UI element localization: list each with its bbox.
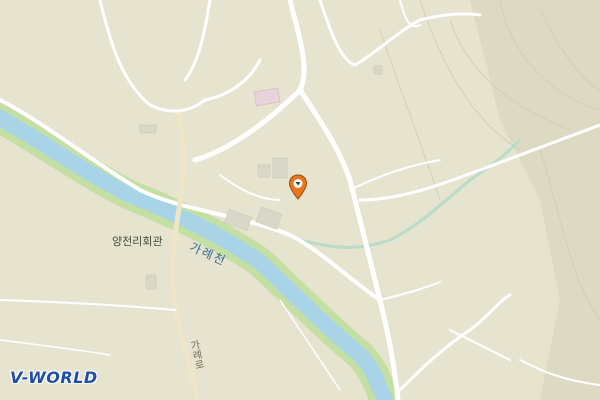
place-label: 양전리회관 — [112, 235, 163, 248]
map-view[interactable]: 양전리회관 가례천 가례로 V-WORLD — [0, 0, 600, 400]
vworld-logo: V-WORLD — [10, 368, 98, 387]
map-pin-icon[interactable] — [288, 174, 308, 200]
